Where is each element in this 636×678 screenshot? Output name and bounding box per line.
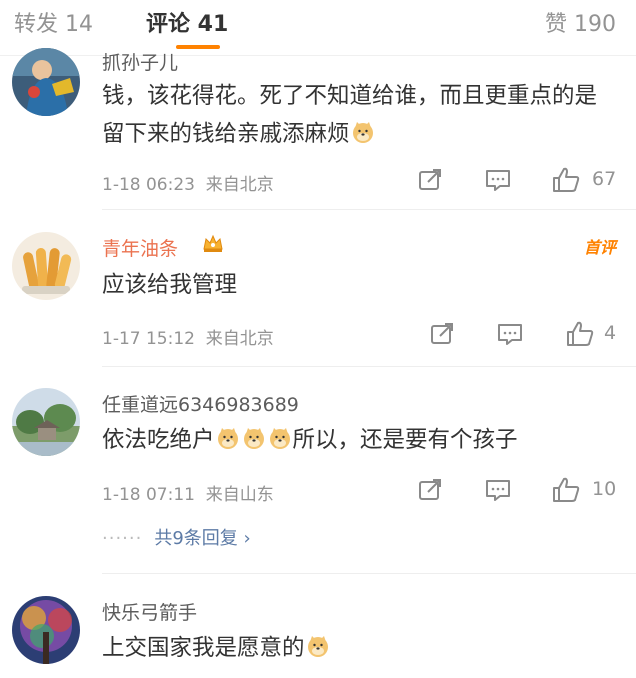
comment-text: 钱，该花得花。死了不知道给谁，而且更重点的是留下来的钱给亲戚添麻烦 bbox=[102, 77, 612, 156]
comment-location: 来自北京 bbox=[205, 329, 274, 349]
view-replies-link[interactable]: ······ 共9条回复 › bbox=[102, 524, 251, 550]
tab-comments[interactable]: 评论 41 bbox=[146, 6, 228, 38]
avatar[interactable] bbox=[12, 388, 80, 456]
comment-username[interactable]: 青年油条 bbox=[102, 234, 178, 261]
comment-time: 1-17 15:12 bbox=[102, 329, 195, 349]
reply-button[interactable] bbox=[478, 470, 518, 510]
comment-text-before: 依法吃绝户 bbox=[102, 427, 215, 453]
like-button[interactable] bbox=[560, 314, 600, 354]
like-icon bbox=[553, 167, 580, 192]
tab-reposts[interactable]: 转发 14 bbox=[14, 6, 93, 38]
comment-tabs: 转发 14 评论 41 赞 190 bbox=[0, 0, 636, 56]
like-count: 10 bbox=[592, 478, 617, 500]
comment-icon bbox=[498, 324, 522, 345]
forward-icon bbox=[431, 323, 453, 344]
doge-emoji bbox=[306, 632, 330, 670]
comment-text: 依法吃绝户 所以，还是要有个孩子 bbox=[102, 421, 612, 462]
replies-label: 共9条回复 › bbox=[154, 528, 251, 549]
comment-text: 上交国家我是愿意的 bbox=[102, 629, 612, 670]
avatar[interactable] bbox=[12, 596, 80, 664]
doge-emoji bbox=[268, 424, 292, 462]
avatar[interactable] bbox=[12, 48, 80, 116]
avatar[interactable] bbox=[12, 232, 80, 300]
doge-emoji bbox=[351, 118, 375, 156]
forward-button[interactable] bbox=[410, 160, 450, 200]
forward-button[interactable] bbox=[410, 470, 450, 510]
like-button[interactable] bbox=[546, 470, 586, 510]
comment-username[interactable]: 抓孙子儿 bbox=[102, 48, 178, 75]
comment-text-content: 钱，该花得花。死了不知道给谁，而且更重点的是留下来的钱给亲戚添麻烦 bbox=[102, 83, 598, 147]
comment-text: 应该给我管理 bbox=[102, 272, 238, 298]
replies-dots: ······ bbox=[102, 528, 143, 549]
doge-emoji bbox=[216, 424, 240, 462]
reply-button[interactable] bbox=[490, 314, 530, 354]
comment-meta: 1-18 07:11 来自山东 bbox=[102, 480, 274, 505]
comment-text-content: 上交国家我是愿意的 bbox=[102, 635, 305, 661]
forward-icon bbox=[419, 169, 441, 190]
comment-divider bbox=[102, 573, 636, 574]
like-icon bbox=[553, 477, 580, 502]
tab-likes[interactable]: 赞 190 bbox=[545, 6, 616, 38]
like-count: 4 bbox=[604, 322, 617, 344]
comment-time: 1-18 07:11 bbox=[102, 485, 195, 505]
comment-icon bbox=[486, 480, 510, 501]
doge-emoji bbox=[242, 424, 266, 462]
comment-username[interactable]: 快乐弓箭手 bbox=[102, 598, 197, 625]
like-count: 67 bbox=[592, 168, 617, 190]
comment-icon bbox=[486, 170, 510, 191]
active-tab-indicator bbox=[176, 45, 220, 49]
comment-divider bbox=[102, 209, 636, 210]
comment-time: 1-18 06:23 bbox=[102, 175, 195, 195]
tabs-divider bbox=[0, 55, 636, 56]
like-button[interactable] bbox=[546, 160, 586, 200]
comment-location: 来自山东 bbox=[205, 485, 274, 505]
first-comment-badge: 首评 bbox=[583, 238, 616, 257]
like-icon bbox=[567, 321, 594, 346]
comment-meta: 1-18 06:23 来自北京 bbox=[102, 170, 274, 195]
comment-username[interactable]: 任重道远6346983689 bbox=[102, 390, 299, 417]
comment-location: 来自北京 bbox=[205, 175, 274, 195]
crown-icon bbox=[203, 234, 223, 252]
comment-text-after: 所以，还是要有个孩子 bbox=[292, 427, 518, 453]
comment-meta: 1-17 15:12 来自北京 bbox=[102, 324, 274, 349]
reply-button[interactable] bbox=[478, 160, 518, 200]
forward-button[interactable] bbox=[422, 314, 462, 354]
forward-icon bbox=[419, 479, 441, 500]
comment-divider bbox=[102, 366, 636, 367]
